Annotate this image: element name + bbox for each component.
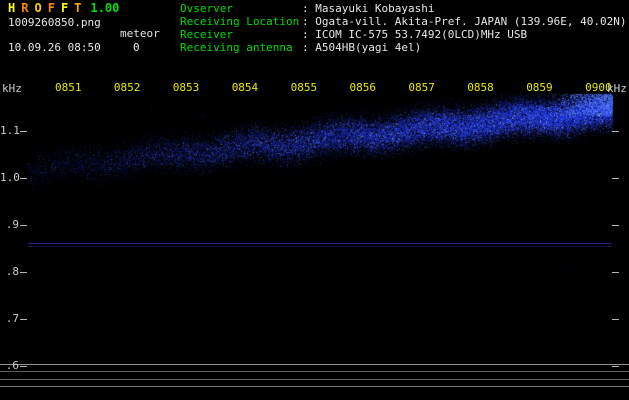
- info-label: Ovserver: [180, 2, 233, 15]
- app-title-letters: HROFFT: [8, 2, 87, 15]
- echo-counter: 0: [133, 41, 140, 54]
- marker-line: [28, 246, 612, 247]
- colon: :: [302, 15, 316, 28]
- freq-label: .9: [5, 218, 19, 231]
- info-label: Receiving antenna: [180, 41, 293, 54]
- time-label: 0859: [526, 81, 553, 94]
- freq-tick: [20, 319, 27, 320]
- info-label: Receiver: [180, 28, 233, 41]
- info-value: Masayuki Kobayashi: [315, 2, 435, 15]
- info-value: A504HB(yagi 4el): [315, 41, 422, 54]
- time-label: 0852: [113, 81, 141, 94]
- app-title-letter: T: [74, 1, 82, 15]
- freq-tick: [612, 319, 619, 320]
- app-title-letter: O: [34, 1, 42, 15]
- freq-label: 1.0: [0, 171, 20, 184]
- station-info-row: Receiver: ICOM IC-575 53.7492(0LCD)MHz U…: [180, 28, 627, 41]
- colon: :: [302, 41, 316, 54]
- hrofft-app-window: H R O F F T 1.00 1009260850.png meteor 10.09.2…: [0, 0, 629, 400]
- freq-tick: [612, 178, 619, 179]
- freq-label: .8: [5, 265, 19, 278]
- info-label: Receiving Location: [180, 15, 300, 28]
- freq-tick: [20, 366, 27, 367]
- info-value: ICOM IC-575 53.7492(0LCD)MHz USB: [315, 28, 528, 41]
- station-info-row: Receiving Location: Ogata-vill. Akita-Pr…: [180, 15, 627, 28]
- freq-tick: [612, 131, 619, 132]
- app-version: 1.00: [90, 1, 120, 15]
- time-label: 0853: [172, 81, 200, 94]
- time-label: 0858: [467, 81, 494, 94]
- marker-line: [28, 243, 612, 244]
- app-title-letter: H: [8, 1, 16, 15]
- time-label: 0857: [408, 81, 435, 94]
- baseline-line: [0, 371, 629, 372]
- app-title-letter: R: [21, 1, 29, 15]
- colon: :: [302, 28, 316, 41]
- time-label: 0856: [349, 81, 377, 94]
- info-value: Ogata-vill. Akita-Pref. JAPAN (139.96E, …: [315, 15, 627, 28]
- mode-label: meteor: [120, 27, 160, 40]
- freq-tick: [20, 225, 27, 226]
- time-label: 0854: [231, 81, 259, 94]
- datetime-label: 10.09.26 08:50: [8, 41, 101, 54]
- app-title: H R O F F T 1.00: [8, 2, 119, 15]
- station-info: Ovserver: Masayuki Kobayashi Receiving L…: [180, 2, 627, 54]
- freq-unit-right: kHz: [607, 82, 627, 95]
- spectrogram-canvas: [0, 0, 629, 400]
- freq-label: 1.1: [0, 124, 20, 137]
- freq-tick: [612, 272, 619, 273]
- baseline-line: [0, 379, 629, 380]
- freq-tick: [612, 225, 619, 226]
- baseline-line: [0, 364, 629, 365]
- freq-tick: [20, 272, 27, 273]
- output-filename: 1009260850.png: [8, 16, 101, 29]
- time-label: 0855: [290, 81, 318, 94]
- freq-tick: [612, 366, 619, 367]
- freq-tick: [20, 178, 27, 179]
- app-title-letter: F: [60, 1, 69, 15]
- baseline-line: [0, 386, 629, 387]
- freq-label: .6: [5, 359, 19, 372]
- freq-unit-left: kHz: [2, 82, 22, 95]
- station-info-row: Receiving antenna: A504HB(yagi 4el): [180, 41, 627, 54]
- app-title-letter: F: [47, 1, 55, 15]
- time-label: 0851: [55, 81, 82, 94]
- freq-tick: [20, 131, 27, 132]
- station-info-row: Ovserver: Masayuki Kobayashi: [180, 2, 627, 15]
- colon: :: [302, 2, 316, 15]
- freq-label: .7: [5, 312, 19, 325]
